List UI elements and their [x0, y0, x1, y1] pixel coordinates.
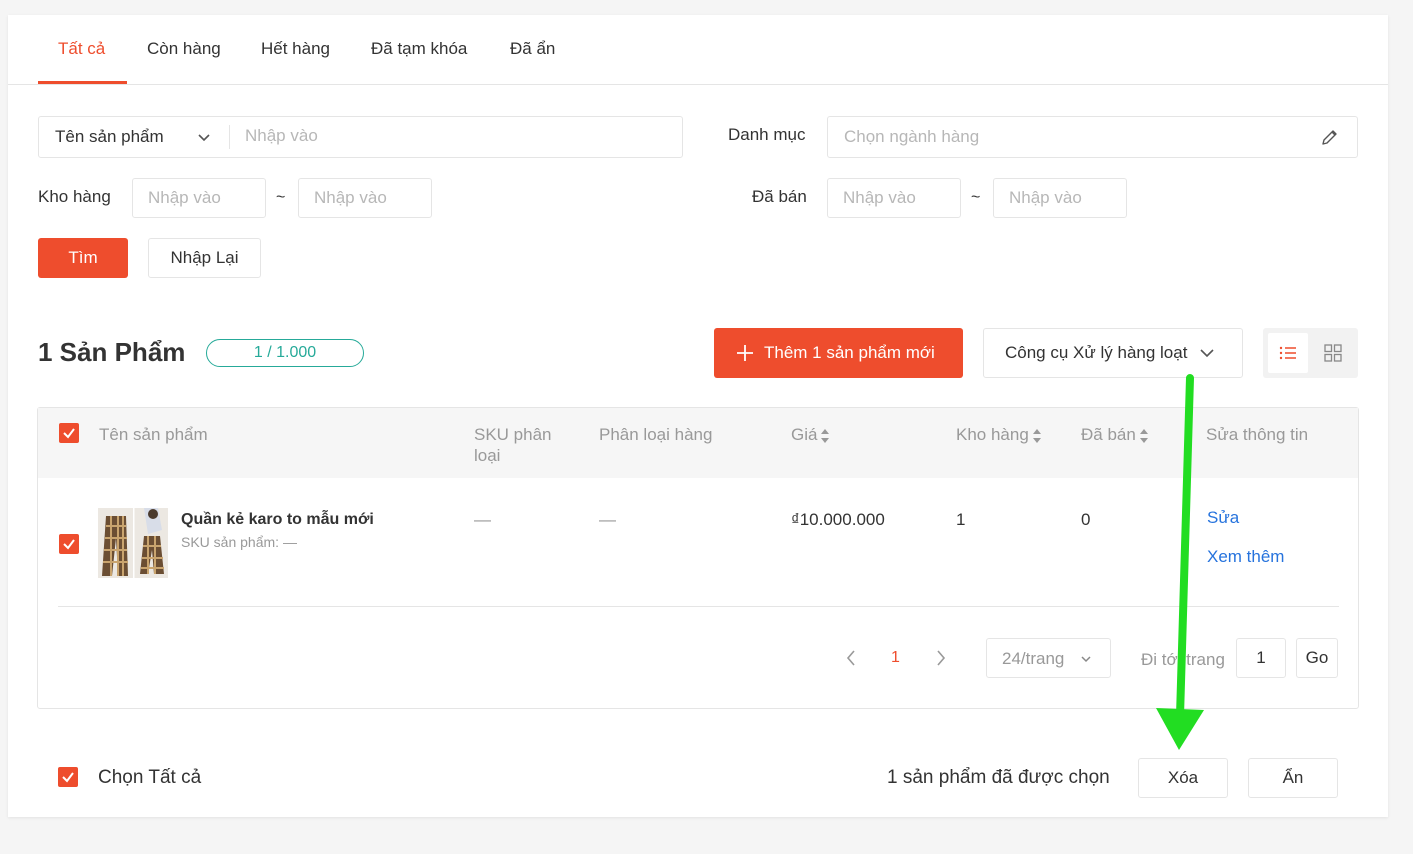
view-toggle — [1263, 328, 1358, 378]
header-stock-label: Kho hàng — [956, 425, 1029, 444]
tab-in-stock[interactable]: Còn hàng — [147, 39, 221, 59]
row-select-checkbox[interactable] — [59, 534, 79, 554]
tab-locked[interactable]: Đã tạm khóa — [371, 39, 467, 59]
header-select-checkbox[interactable] — [59, 423, 79, 443]
goto-page-input[interactable]: 1 — [1236, 638, 1286, 678]
status-tabs: Tất cả Còn hàng Hết hàng Đã tạm khóa Đã … — [8, 15, 1388, 85]
product-thumbnail[interactable] — [98, 508, 168, 578]
bulk-tool-label: Công cụ Xử lý hàng loạt — [1005, 343, 1188, 362]
row-variation: — — [599, 510, 616, 529]
select-all-label[interactable]: Chọn Tất cả — [98, 767, 201, 789]
sort-icon — [1032, 428, 1042, 443]
sold-label: Đã bán — [752, 187, 807, 206]
active-tab-indicator — [38, 81, 127, 84]
stock-label: Kho hàng — [38, 187, 111, 206]
row-sku: — — [474, 510, 491, 529]
range-separator: ~ — [971, 189, 981, 206]
stock-min-input[interactable]: Nhập vào — [132, 178, 266, 218]
header-product-name: Tên sản phẩm — [99, 425, 208, 444]
chevron-down-icon — [1200, 349, 1215, 358]
check-icon — [63, 428, 75, 439]
sold-min-input[interactable]: Nhập vào — [827, 178, 961, 218]
stock-min-placeholder: Nhập vào — [148, 188, 221, 207]
go-button[interactable]: Go — [1296, 638, 1338, 678]
category-select[interactable]: Chọn ngành hàng — [827, 116, 1358, 158]
sort-icon — [1139, 428, 1149, 443]
sold-max-input[interactable]: Nhập vào — [993, 178, 1127, 218]
header-price-label: Giá — [791, 425, 818, 444]
tab-hidden[interactable]: Đã ẩn — [510, 39, 555, 59]
header-variation: Phân loại hàng — [599, 425, 713, 444]
header-sku: SKU phân loại — [474, 425, 552, 465]
field-divider — [229, 125, 230, 149]
product-count-title: 1 Sản Phẩm — [38, 337, 186, 367]
sort-icon — [821, 428, 830, 443]
product-name[interactable]: Quần kẻ karo to mẫu mới — [181, 511, 374, 529]
bulk-tool-dropdown[interactable]: Công cụ Xử lý hàng loạt — [983, 328, 1243, 378]
sold-max-placeholder: Nhập vào — [1009, 188, 1082, 207]
stock-max-input[interactable]: Nhập vào — [298, 178, 432, 218]
range-separator: ~ — [276, 189, 286, 206]
product-list-card: Tất cả Còn hàng Hết hàng Đã tạm khóa Đã … — [8, 15, 1388, 817]
category-placeholder: Chọn ngành hàng — [844, 127, 980, 146]
header-price[interactable]: Giá — [791, 424, 830, 445]
grid-view-button[interactable] — [1313, 333, 1353, 373]
delete-button[interactable]: Xóa — [1138, 758, 1228, 798]
stock-max-placeholder: Nhập vào — [314, 188, 387, 207]
header-sold-label: Đã bán — [1081, 425, 1136, 444]
select-all-checkbox[interactable] — [58, 767, 78, 787]
per-page-select[interactable]: 24/trang — [986, 638, 1111, 678]
add-product-button[interactable]: Thêm 1 sản phẩm mới — [714, 328, 963, 378]
reset-button[interactable]: Nhập Lại — [148, 238, 261, 278]
next-page-icon[interactable] — [935, 649, 947, 667]
plus-icon — [737, 345, 753, 361]
list-view-button[interactable] — [1268, 333, 1308, 373]
row-sold: 0 — [1081, 510, 1091, 529]
goto-label: Đi tới trang — [1141, 650, 1225, 669]
more-link[interactable]: Xem thêm — [1207, 547, 1284, 567]
grid-icon — [1324, 344, 1342, 362]
tab-sold-out[interactable]: Hết hàng — [261, 39, 330, 59]
hide-button[interactable]: Ẩn — [1248, 758, 1338, 798]
list-icon — [1279, 346, 1296, 360]
prev-page-icon[interactable] — [845, 649, 857, 667]
product-table: Tên sản phẩm SKU phân loại Phân loại hàn… — [37, 407, 1359, 709]
name-search-type-select[interactable]: Tên sản phẩm — [55, 127, 164, 147]
current-page[interactable]: 1 — [891, 649, 900, 667]
check-icon — [63, 539, 75, 550]
chevron-down-icon — [198, 134, 210, 142]
pencil-icon — [1322, 130, 1337, 145]
quota-badge: 1 / 1.000 — [206, 339, 364, 367]
row-price: ₫10.000.000 — [791, 510, 885, 529]
header-edit: Sửa thông tin — [1206, 425, 1309, 444]
check-icon — [62, 772, 74, 783]
name-search-input[interactable]: Nhập vào — [245, 126, 318, 146]
chevron-down-icon — [1081, 656, 1091, 663]
edit-link[interactable]: Sửa — [1207, 508, 1239, 528]
header-stock[interactable]: Kho hàng — [956, 424, 1042, 445]
name-search-field: Tên sản phẩm Nhập vào — [38, 116, 683, 158]
per-page-label: 24/trang — [1002, 649, 1065, 668]
add-product-label: Thêm 1 sản phẩm mới — [764, 343, 935, 362]
product-sku-line: SKU sản phẩm: — — [181, 534, 297, 550]
header-sold[interactable]: Đã bán — [1081, 424, 1149, 445]
sold-min-placeholder: Nhập vào — [843, 188, 916, 207]
selected-count-text: 1 sản phẩm đã được chọn — [887, 767, 1110, 788]
table-header: Tên sản phẩm SKU phân loại Phân loại hàn… — [38, 408, 1358, 478]
category-label: Danh mục — [728, 125, 806, 144]
row-divider — [58, 606, 1339, 607]
goto-page-value: 1 — [1256, 648, 1266, 667]
product-image — [98, 508, 168, 578]
row-stock: 1 — [956, 510, 966, 529]
tab-all[interactable]: Tất cả — [58, 39, 105, 59]
search-button[interactable]: Tìm — [38, 238, 128, 278]
